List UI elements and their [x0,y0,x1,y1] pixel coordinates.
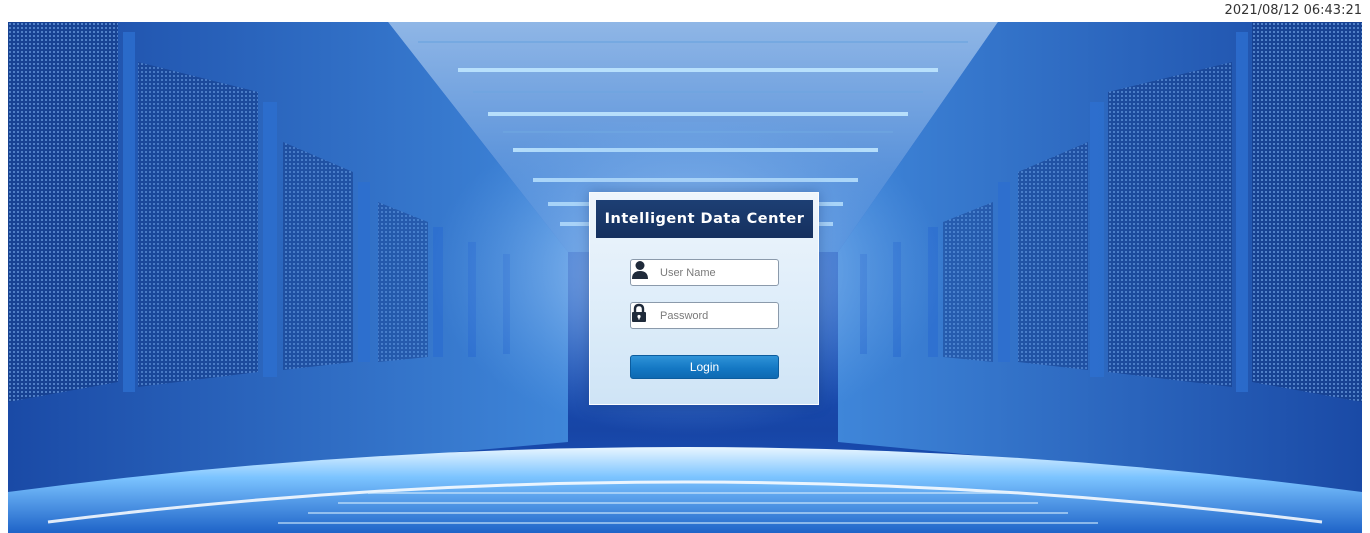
background-scene: Intelligent Data Center Login [8,22,1362,533]
user-icon [632,261,656,284]
login-panel: Intelligent Data Center Login [589,192,819,405]
password-field[interactable] [630,302,779,329]
login-button[interactable]: Login [630,355,779,379]
lock-icon [632,303,656,327]
username-field[interactable] [630,259,779,286]
password-input[interactable] [660,309,778,322]
datetime-display: 2021/08/12 06:43:21 [1224,3,1362,18]
username-input[interactable] [660,266,778,279]
login-title: Intelligent Data Center [596,200,813,238]
